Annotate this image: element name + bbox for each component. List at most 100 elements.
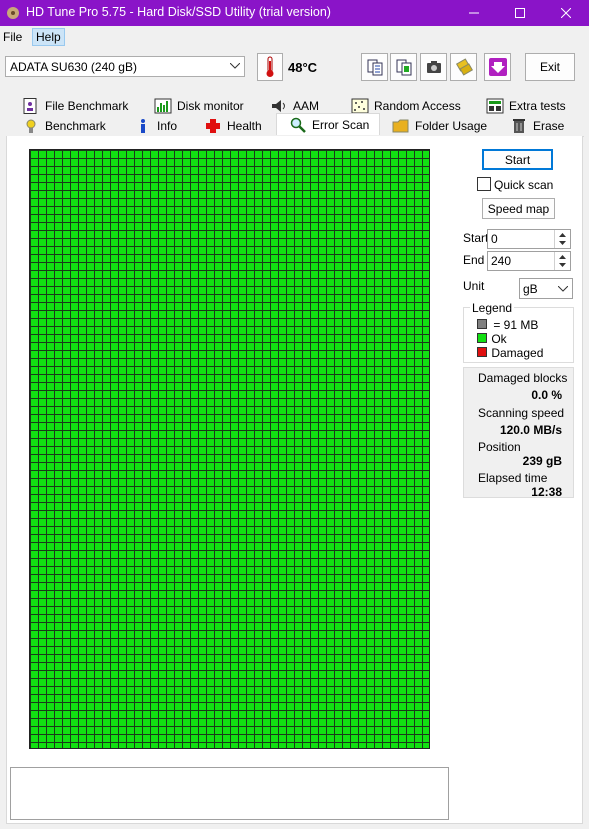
legend-block-item: = 91 MB <box>477 318 538 332</box>
health-cross-icon <box>206 118 220 133</box>
legend-damaged-label: Damaged <box>491 346 544 360</box>
position-label: Position <box>478 440 521 454</box>
tab-label: Extra tests <box>509 98 566 113</box>
unit-select-value: gB <box>523 282 538 296</box>
legend-block-size: = 91 MB <box>493 318 539 332</box>
options-button[interactable] <box>450 53 477 81</box>
damaged-blocks-label: Damaged blocks <box>478 371 568 385</box>
drive-select-value: ADATA SU630 (240 gB) <box>10 60 137 74</box>
speaker-icon <box>272 99 285 112</box>
tab-folder-usage[interactable]: Folder Usage <box>392 116 487 135</box>
quick-scan-checkbox[interactable] <box>477 177 491 191</box>
menu-bar: File Help <box>0 26 589 48</box>
start-range-label: Start <box>463 231 489 245</box>
folder-icon <box>392 119 409 132</box>
menu-file[interactable]: File <box>0 29 25 45</box>
end-range-input[interactable]: 240 <box>487 251 571 271</box>
close-icon <box>561 8 571 18</box>
temperature-readout: 48°C <box>288 60 318 75</box>
thermometer-icon <box>266 56 274 77</box>
window-title: HD Tune Pro 5.75 - Hard Disk/SSD Utility… <box>26 5 331 19</box>
tab-health[interactable]: Health <box>204 116 262 135</box>
tab-label: Info <box>157 118 178 133</box>
copy-text-button[interactable] <box>361 53 388 81</box>
tab-label: Erase <box>533 118 565 133</box>
tab-file-benchmark[interactable]: File Benchmark <box>22 96 128 115</box>
save-down-icon <box>488 58 507 76</box>
spin-up-icon <box>559 233 566 237</box>
disk-monitor-icon <box>154 98 172 113</box>
legend-ok-swatch <box>477 333 487 343</box>
unit-select[interactable]: gB <box>519 278 573 299</box>
scan-log-box[interactable] <box>10 767 449 820</box>
legend-ok-item: Ok <box>477 332 507 346</box>
spin-arrows[interactable] <box>554 252 570 270</box>
speed-map-button[interactable]: Speed map <box>482 198 555 219</box>
end-range-label: End <box>463 253 485 267</box>
chevron-down-icon <box>230 63 240 69</box>
spin-arrows[interactable] <box>554 230 570 248</box>
quick-scan-label: Quick scan <box>494 178 554 192</box>
trash-icon <box>513 118 525 133</box>
tab-label: Health <box>227 118 262 133</box>
tab-label: File Benchmark <box>45 98 129 113</box>
legend-ok-label: Ok <box>491 332 507 346</box>
exit-button[interactable]: Exit <box>525 53 575 81</box>
tab-label: Random Access <box>374 98 461 113</box>
tab-label: AAM <box>293 98 320 113</box>
extra-tests-icon <box>486 98 504 113</box>
legend-damaged-swatch <box>477 347 487 357</box>
copy-text-icon <box>367 59 382 76</box>
start-range-input[interactable]: 0 <box>487 229 571 249</box>
tab-label: Folder Usage <box>415 118 488 133</box>
screenshot-icon <box>426 61 441 73</box>
elapsed-time-label: Elapsed time <box>478 471 548 485</box>
tab-info[interactable]: Info <box>134 116 177 135</box>
tab-label: Disk monitor <box>177 98 244 113</box>
legend-title: Legend <box>470 301 515 315</box>
tab-erase[interactable]: Erase <box>510 116 564 135</box>
legend-damaged-item: Damaged <box>477 346 543 360</box>
minimize-button[interactable] <box>451 0 497 26</box>
magnifier-icon <box>290 117 306 133</box>
elapsed-time-value: 12:38 <box>531 485 562 499</box>
options-icon <box>455 58 473 76</box>
spin-down-icon <box>559 263 566 267</box>
tab-label: Error Scan <box>312 117 370 132</box>
maximize-icon <box>515 8 525 18</box>
tab-extra-tests[interactable]: Extra tests <box>486 96 566 115</box>
screenshot-button[interactable] <box>420 53 447 81</box>
tab-label: Benchmark <box>45 118 106 133</box>
copy-info-button[interactable] <box>390 53 417 81</box>
file-benchmark-icon <box>23 97 37 114</box>
start-range-value: 0 <box>491 232 498 246</box>
tab-error-scan[interactable]: Error Scan <box>276 113 380 135</box>
start-scan-button[interactable]: Start <box>482 149 553 170</box>
scanning-speed-label: Scanning speed <box>478 406 565 420</box>
tab-disk-monitor[interactable]: Disk monitor <box>154 96 244 115</box>
info-icon <box>141 118 145 133</box>
title-bar: HD Tune Pro 5.75 - Hard Disk/SSD Utility… <box>0 0 589 26</box>
app-disk-icon <box>7 7 19 19</box>
spin-down-icon <box>559 241 566 245</box>
error-scan-block-map <box>29 149 430 749</box>
unit-label: Unit <box>463 279 485 293</box>
minimize-icon <box>469 12 479 14</box>
menu-help[interactable]: Help <box>32 28 65 46</box>
spin-up-icon <box>559 255 566 259</box>
chevron-down-icon <box>558 286 568 292</box>
maximize-button[interactable] <box>497 0 543 26</box>
copy-info-icon <box>396 59 411 76</box>
legend-block-swatch <box>477 319 487 329</box>
save-button[interactable] <box>484 53 511 81</box>
position-value: 239 gB <box>522 454 562 468</box>
tab-benchmark[interactable]: Benchmark <box>22 116 106 135</box>
drive-select[interactable]: ADATA SU630 (240 gB) <box>5 56 245 77</box>
end-range-value: 240 <box>491 254 512 268</box>
random-access-icon <box>351 98 369 113</box>
close-button[interactable] <box>543 0 589 26</box>
benchmark-icon <box>26 119 36 133</box>
tab-row-2: Benchmark Info Health Error Scan Folder … <box>6 113 584 137</box>
temperature-button[interactable] <box>257 53 283 81</box>
scanning-speed-value: 120.0 MB/s <box>499 423 562 437</box>
